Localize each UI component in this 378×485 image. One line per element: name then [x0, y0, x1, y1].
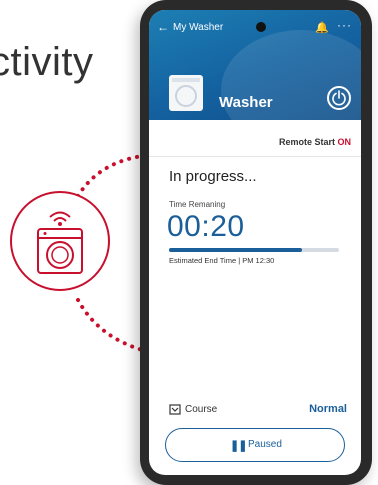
course-row[interactable]: Course Normal	[169, 402, 347, 418]
remote-start-state: ON	[337, 137, 352, 147]
screen-title: My Washer	[173, 22, 224, 33]
estimated-end-time: Estimated End Time | PM 12:30	[169, 256, 275, 265]
remote-start-status: Remote Start ON	[279, 137, 351, 147]
washer-thumbnail	[169, 75, 203, 111]
course-value[interactable]: Normal	[309, 403, 347, 415]
appliance-name: Washer	[219, 94, 273, 111]
appliance-header: ← My Washer 🔔 ··· Washer	[149, 10, 361, 150]
course-icon	[169, 404, 181, 415]
time-remaining-label: Time Remaning	[169, 200, 226, 209]
arrow-left-icon[interactable]: ←	[157, 20, 169, 34]
paused-label: Paused	[248, 439, 282, 450]
camera-notch	[256, 22, 266, 32]
course-label: Course	[185, 404, 218, 415]
divider	[149, 156, 361, 157]
paused-button[interactable]: ❚❚ Paused	[165, 428, 345, 462]
bell-icon[interactable]: 🔔	[315, 21, 329, 34]
power-button[interactable]	[327, 86, 351, 110]
remote-start-label: Remote Start	[278, 137, 335, 147]
smart-washer-icon	[37, 211, 83, 274]
progress-bar	[169, 248, 339, 252]
top-bar: ← My Washer 🔔 ···	[155, 18, 355, 38]
pause-icon: ❚❚	[230, 440, 247, 452]
progress-bar-fill	[169, 248, 302, 252]
smart-washer-badge	[10, 191, 110, 291]
status-title: In progress...	[169, 168, 257, 185]
phone-screen: ← My Washer 🔔 ··· Washer Remote Start ON…	[149, 10, 361, 475]
more-dots-icon[interactable]: ···	[337, 18, 352, 32]
power-icon	[332, 90, 346, 106]
time-remaining-value: 00:20	[167, 210, 245, 243]
